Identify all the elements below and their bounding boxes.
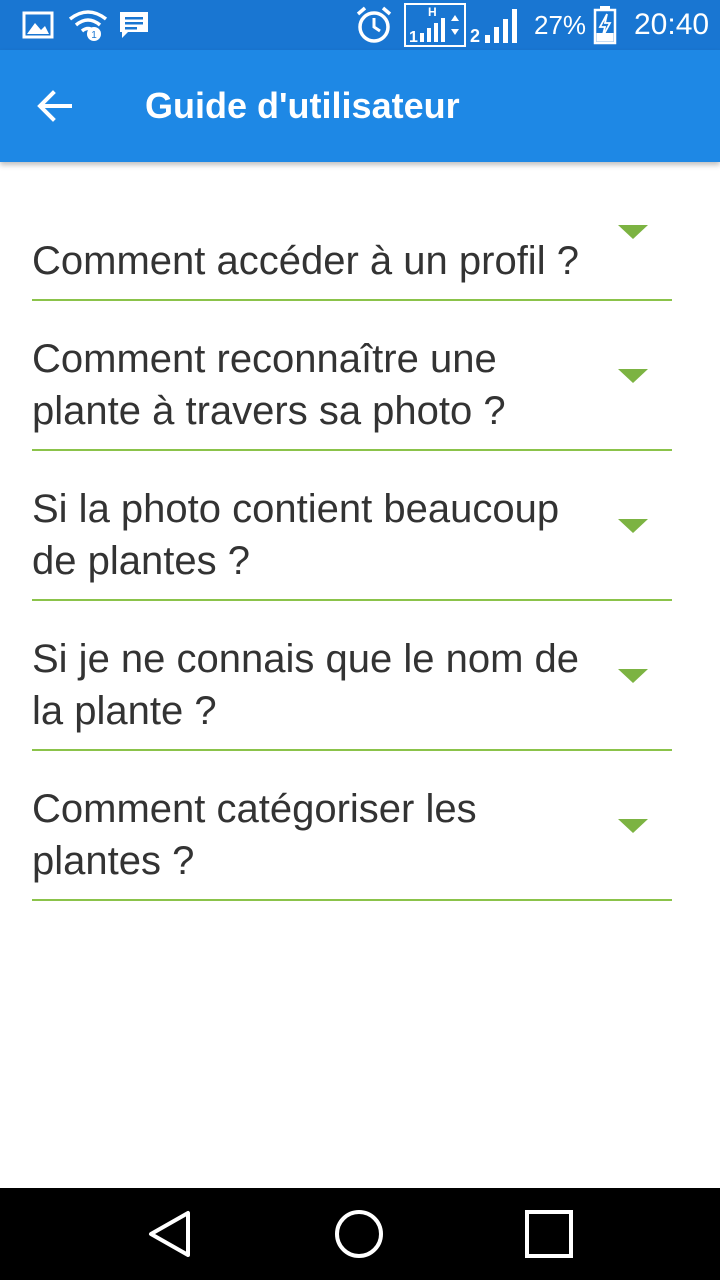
faq-question: Si je ne connais que le nom de la plante… <box>32 637 580 733</box>
faq-item-many-plants[interactable]: Si la photo contient beaucoup de plantes… <box>32 451 672 601</box>
nav-recents-button[interactable] <box>489 1188 609 1280</box>
expand-arrow-icon[interactable] <box>618 519 648 533</box>
alarm-icon <box>354 0 394 50</box>
faq-item-only-name[interactable]: Si je ne connais que le nom de la plante… <box>32 601 672 751</box>
svg-text:2: 2 <box>470 26 480 45</box>
svg-text:H: H <box>428 5 437 19</box>
page-title: Guide d'utilisateur <box>145 85 460 126</box>
arrow-back-icon <box>37 90 72 122</box>
clock-time: 20:40 <box>634 8 710 41</box>
faq-item-recognize-plant[interactable]: Comment reconnaître une plante à travers… <box>32 301 672 451</box>
expand-arrow-icon[interactable] <box>618 819 648 833</box>
recents-square-icon <box>525 1210 573 1258</box>
nav-back-button[interactable] <box>110 1188 230 1280</box>
expand-arrow-icon[interactable] <box>618 224 648 239</box>
faq-item-access-profile[interactable]: Comment accéder à un profil ? <box>32 162 672 301</box>
svg-text:1: 1 <box>409 29 418 46</box>
app-bar: Guide d'utilisateur <box>0 50 720 162</box>
status-bar: 1 H 1 2 27% 20:40 <box>0 0 720 50</box>
expand-arrow-icon[interactable] <box>618 369 648 383</box>
system-nav-bar <box>0 1188 720 1280</box>
expand-arrow-icon[interactable] <box>618 669 648 683</box>
back-triangle-icon <box>149 1211 190 1257</box>
signal-sim2-icon: 2 <box>468 0 526 50</box>
message-icon <box>118 0 150 50</box>
faq-item-categorize[interactable]: Comment catégoriser les plantes ? <box>32 751 672 901</box>
battery-icon <box>593 0 617 50</box>
back-button[interactable] <box>22 74 86 138</box>
battery-percent: 27% <box>534 9 587 40</box>
signal-sim1-icon: H 1 <box>404 0 466 50</box>
image-icon <box>22 0 54 50</box>
faq-question: Si la photo contient beaucoup de plantes… <box>32 487 560 583</box>
svg-text:1: 1 <box>91 30 97 41</box>
wifi-icon: 1 <box>68 0 108 50</box>
faq-list: Comment accéder à un profil ? Comment re… <box>32 162 672 901</box>
faq-question: Comment reconnaître une plante à travers… <box>32 337 506 433</box>
faq-question: Comment accéder à un profil ? <box>32 239 579 283</box>
home-circle-icon <box>335 1210 383 1258</box>
nav-home-button[interactable] <box>299 1188 419 1280</box>
faq-question: Comment catégoriser les plantes ? <box>32 787 477 883</box>
